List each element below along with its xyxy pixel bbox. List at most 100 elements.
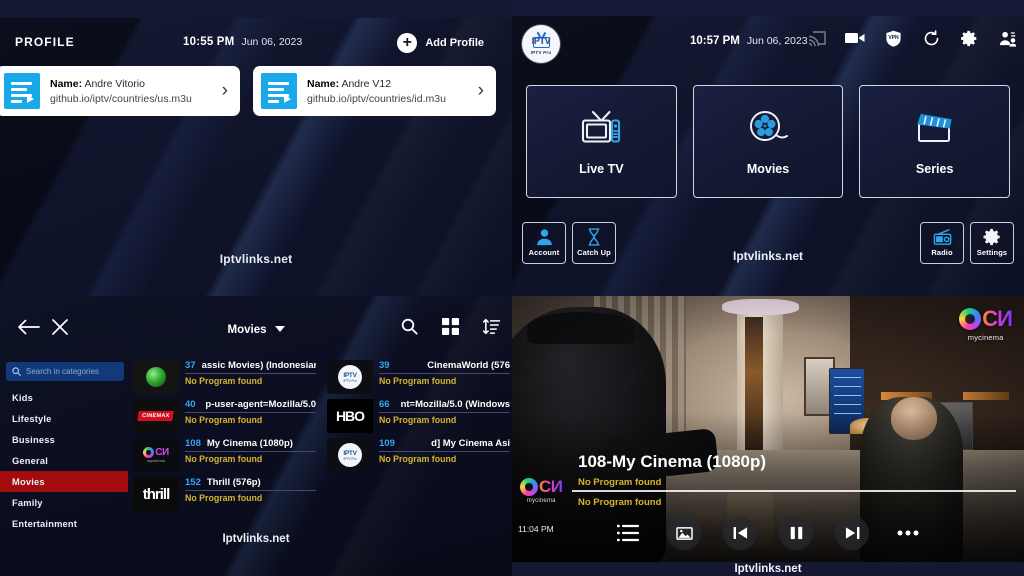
home-tiles: Live TV Movies Series	[512, 85, 1024, 198]
refresh-icon[interactable]	[921, 28, 941, 48]
divider	[185, 451, 316, 452]
grid-view-icon[interactable]	[442, 318, 459, 340]
iptv-pro-logo: IPTV IPTV Pro	[522, 25, 560, 63]
channel-row[interactable]: IPTV IPTV Pro 109 d] My Cinema Asi No Pro…	[327, 438, 510, 472]
switch-user-icon[interactable]	[997, 28, 1017, 48]
channel-row[interactable]: 37 assic Movies) (Indonesian No Program …	[133, 360, 316, 394]
watermark: Iptvlinks.net	[219, 252, 293, 266]
pause-icon[interactable]	[779, 516, 813, 550]
cast-icon[interactable]	[807, 28, 827, 48]
page-title: PROFILE	[15, 35, 75, 49]
channel-row[interactable]: CINEMAX 40 p-user-agent=Mozilla/5.0 No P…	[133, 399, 316, 433]
sidebar-item-entertainment[interactable]: Entertainment	[0, 513, 128, 534]
chevron-right-icon[interactable]: ›	[478, 80, 484, 102]
brand-mark: CИ	[982, 306, 1013, 331]
aspect-ratio-icon[interactable]	[667, 516, 701, 550]
sidebar-item-family[interactable]: Family	[0, 492, 128, 513]
channel-name: assic Movies) (Indonesian	[201, 360, 316, 371]
channel-name: p-user-agent=Mozilla/5.0	[205, 399, 316, 410]
player-next-program: No Program found	[578, 497, 662, 508]
channel-number: 40	[185, 399, 196, 410]
tile-label: Movies	[746, 161, 790, 176]
iptv-pro-logo: IPTV IPTV Pro	[327, 360, 373, 394]
name-label: Name:	[307, 77, 340, 90]
divider	[379, 412, 510, 413]
divider	[379, 373, 510, 374]
profile-date: Jun 06, 2023	[241, 36, 303, 48]
divider	[185, 412, 316, 413]
sidebar-item-kids[interactable]: Kids	[0, 387, 128, 408]
player-now-program: No Program found	[578, 477, 662, 488]
profile-card-text: Name: Andre V12 github.io/iptv/countries…	[307, 78, 474, 105]
channel-info: 37 assic Movies) (Indonesian No Program …	[185, 360, 316, 394]
channel-column-right: IPTV IPTV Pro 39 CinemaWorld (576 No Prog…	[327, 360, 510, 516]
channel-row[interactable]: IPTV IPTV Pro 39 CinemaWorld (576 No Prog…	[327, 360, 510, 394]
progress-bar[interactable]	[572, 490, 1016, 492]
tile-movies[interactable]: Movies	[692, 85, 844, 198]
channel-row[interactable]: HBO 66 nt=Mozilla/5.0 (Windows No Progra…	[327, 399, 510, 433]
chevron-down-icon	[274, 325, 285, 332]
profile-name: Andre Vitorio	[84, 77, 145, 90]
playlist-icon[interactable]	[611, 516, 645, 550]
sidebar-item-lifestyle[interactable]: Lifestyle	[0, 408, 128, 429]
profile-card[interactable]: Name: Andre Vitorio github.io/iptv/count…	[0, 66, 240, 116]
channel-info: 109 d] My Cinema Asi No Program found	[379, 438, 510, 472]
channel-program: No Program found	[185, 454, 263, 464]
add-profile-label: Add Profile	[425, 37, 484, 49]
channel-row[interactable]: thrill 152 Thrill (576p) No Program foun…	[133, 477, 316, 511]
home-time: 10:57 PM	[690, 35, 740, 47]
home-panel: IPTV IPTV Pro 10:57 PM Jun 06, 2023 VPN …	[512, 0, 1024, 296]
vpn-shield-icon[interactable]: VPN	[883, 28, 903, 48]
previous-channel-icon[interactable]	[723, 516, 757, 550]
profile-time: 10:55 PM	[183, 36, 235, 48]
thrill-logo: thrill	[133, 477, 179, 511]
name-label: Name:	[50, 77, 83, 90]
category-label: Business	[12, 434, 55, 445]
divider	[185, 490, 316, 491]
home-header-icons: VPN	[807, 28, 1017, 48]
channel-info: 39 CinemaWorld (576 No Program found	[379, 360, 510, 394]
iptv-pro-logo: IPTV IPTV Pro	[327, 438, 373, 472]
next-channel-icon[interactable]	[835, 516, 869, 550]
tile-series[interactable]: Series	[859, 85, 1011, 198]
search-icon[interactable]	[401, 318, 418, 340]
profile-name-line: Name: Andre Vitorio	[50, 78, 218, 90]
chevron-right-icon[interactable]: ›	[222, 80, 228, 102]
profile-name-line: Name: Andre V12	[307, 78, 474, 90]
player-panel: CИ mycinema CИ mycinema 108-My Cinema (1…	[512, 296, 1024, 576]
gear-icon[interactable]	[959, 28, 979, 48]
channel-info: 152 Thrill (576p) No Program found	[185, 477, 316, 511]
sort-icon[interactable]	[482, 318, 501, 340]
add-profile-button[interactable]: + Add Profile	[397, 33, 484, 53]
sidebar-item-general[interactable]: General	[0, 450, 128, 471]
search-icon	[12, 367, 21, 376]
channel-column-left: 37 assic Movies) (Indonesian No Program …	[133, 360, 316, 516]
channel-grid: 37 assic Movies) (Indonesian No Program …	[133, 360, 512, 516]
svg-text:VPN: VPN	[888, 35, 899, 41]
category-label: General	[12, 455, 49, 466]
tile-live-tv[interactable]: Live TV	[526, 85, 677, 198]
brand-sub: mycinema	[526, 498, 556, 504]
profile-panel: PROFILE 10:55 PM Jun 06, 2023 + Add Prof…	[0, 0, 512, 296]
video-recorder-icon[interactable]	[845, 28, 865, 48]
profile-card[interactable]: Name: Andre V12 github.io/iptv/countries…	[253, 66, 496, 116]
screenshot-root: PROFILE 10:55 PM Jun 06, 2023 + Add Prof…	[0, 0, 1024, 576]
brand-sub: mycinema	[967, 333, 1004, 342]
category-label: Entertainment	[12, 518, 78, 529]
brand-mark: CИ	[539, 477, 563, 496]
profile-card-list: Name: Andre Vitorio github.io/iptv/count…	[0, 66, 512, 116]
sidebar-item-movies[interactable]: Movies	[0, 471, 128, 492]
cinemax-logo: CINEMAX	[133, 399, 179, 433]
search-input[interactable]: Search in categories	[6, 362, 124, 381]
category-label: Family	[12, 497, 43, 508]
sidebar-item-business[interactable]: Business	[0, 429, 128, 450]
more-options-icon[interactable]	[891, 516, 925, 550]
divider	[379, 451, 510, 452]
playlist-icon	[4, 73, 40, 109]
channel-row[interactable]: CИ mycinema 108 My Cinema (1080p) No Pro…	[133, 438, 316, 472]
channel-number: 152	[185, 477, 201, 488]
mycinema-logo: CИ mycinema	[133, 438, 179, 472]
logo-sub: IPTV Pro	[530, 49, 552, 55]
plus-icon: +	[397, 33, 418, 53]
channel-name: CinemaWorld (576	[427, 360, 510, 371]
